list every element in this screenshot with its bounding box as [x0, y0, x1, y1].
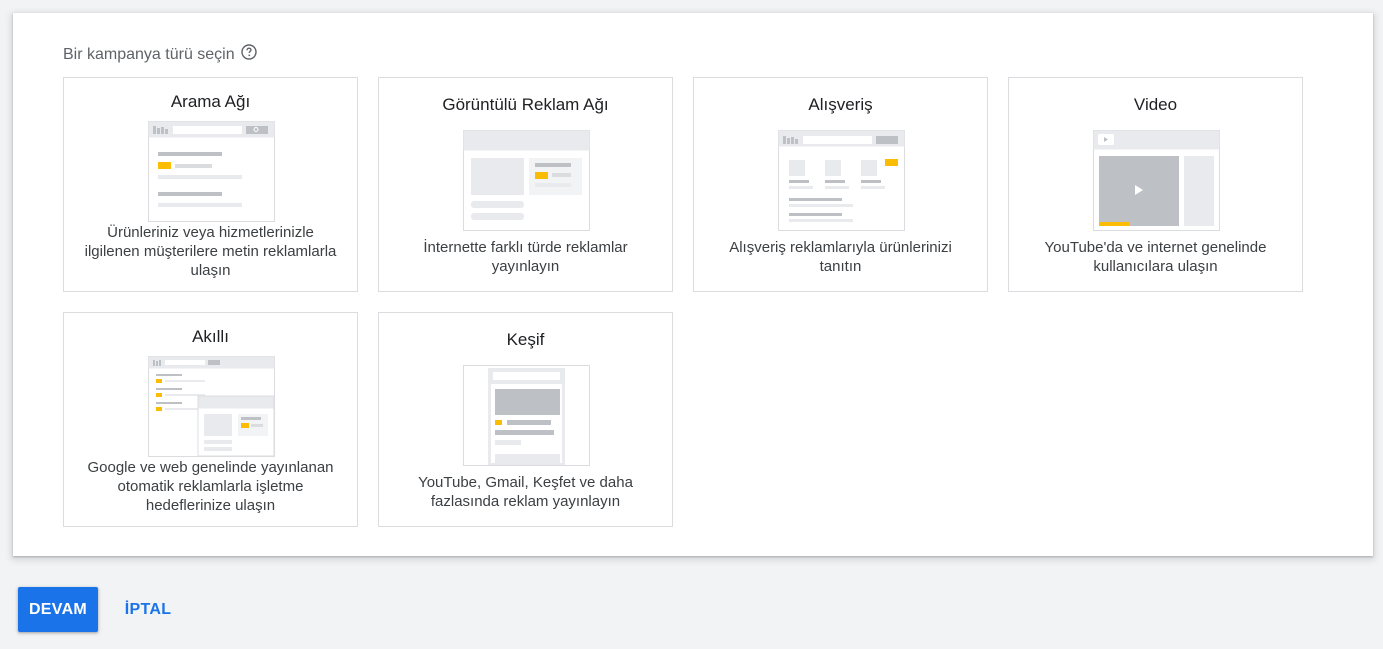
- card-title: Keşif: [506, 330, 545, 349]
- card-title: Görüntülü Reklam Ağı: [442, 95, 609, 114]
- heading-text: Bir kampanya türü seçin: [63, 46, 235, 63]
- card-title: Alışveriş: [808, 95, 873, 114]
- campaign-card-display[interactable]: Görüntülü Reklam Ağı İnternette farklı t…: [378, 77, 673, 292]
- card-description: Google ve web genelinde yayınlanan otoma…: [87, 459, 334, 514]
- help-icon[interactable]: [240, 44, 257, 60]
- smart-ad-illustration: [147, 356, 275, 457]
- cancel-button[interactable]: İPTAL: [112, 587, 184, 632]
- card-description: Alışveriş reklamlarıyla ürünlerinizi tan…: [729, 239, 952, 275]
- continue-button[interactable]: DEVAM: [18, 587, 98, 632]
- campaign-card-shopping[interactable]: Alışveriş Alışveriş reklamlarıyla ürünle…: [693, 77, 988, 292]
- shopping-ad-illustration: [777, 130, 905, 231]
- discovery-ad-illustration: [462, 365, 590, 466]
- card-description: İnternette farklı türde reklamlar yayınl…: [423, 239, 628, 275]
- section-heading: Bir kampanya türü seçin: [63, 44, 257, 64]
- card-description: YouTube'da ve internet genelinde kullanı…: [1044, 239, 1267, 275]
- campaign-type-panel: Bir kampanya türü seçin Arama Ağı Ürünle…: [13, 13, 1373, 556]
- card-title: Akıllı: [192, 327, 229, 346]
- campaign-card-discovery[interactable]: Keşif YouTube, Gmail, Keşfet ve daha faz…: [378, 312, 673, 527]
- card-description: YouTube, Gmail, Keşfet ve daha fazlasınd…: [418, 474, 633, 510]
- video-ad-illustration: [1092, 130, 1220, 231]
- campaign-card-search[interactable]: Arama Ağı Ürünleriniz veya hizmetleriniz…: [63, 77, 358, 292]
- display-ad-illustration: [462, 130, 590, 231]
- search-ad-illustration: [147, 121, 275, 222]
- card-title: Arama Ağı: [170, 92, 251, 111]
- card-description: Ürünleriniz veya hizmetlerinizle ilgilen…: [84, 224, 337, 279]
- campaign-card-video[interactable]: Video YouTube'da ve internet genelinde k…: [1008, 77, 1303, 292]
- card-title: Video: [1133, 95, 1178, 114]
- campaign-card-smart[interactable]: Akıllı Google ve web genelinde yayınlana…: [63, 312, 358, 527]
